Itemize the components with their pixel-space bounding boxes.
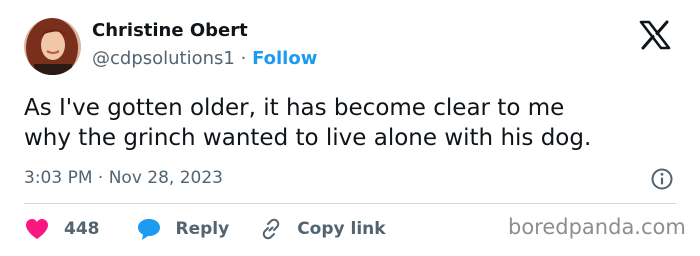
x-logo-icon[interactable] xyxy=(638,20,672,50)
like-button[interactable]: 448 xyxy=(24,217,100,241)
avatar[interactable] xyxy=(24,18,81,75)
tweet-text-line: As I've gotten older, it has become clea… xyxy=(24,95,565,121)
avatar-photo xyxy=(24,18,81,75)
divider xyxy=(24,203,676,204)
copy-link-label: Copy link xyxy=(297,219,386,239)
tweet-text: As I've gotten older, it has become clea… xyxy=(24,93,674,153)
author-handle-row: @cdpsolutions1 · Follow xyxy=(92,48,317,69)
info-icon[interactable] xyxy=(650,167,674,191)
tweet-text-line: why the grinch wanted to live alone with… xyxy=(24,125,592,151)
watermark: boredpanda.com xyxy=(508,215,686,239)
author-name[interactable]: Christine Obert xyxy=(92,20,248,41)
speech-bubble-icon xyxy=(137,219,160,240)
copy-link-button[interactable]: Copy link xyxy=(259,217,386,241)
heart-icon xyxy=(26,219,48,239)
separator-dot: · xyxy=(240,48,247,69)
action-bar: 448 Reply Copy link xyxy=(24,215,386,243)
tweet-timestamp[interactable]: 3:03 PM · Nov 28, 2023 xyxy=(24,168,223,188)
reply-label: Reply xyxy=(175,219,230,239)
link-icon xyxy=(262,218,280,240)
follow-button[interactable]: Follow xyxy=(252,48,317,69)
author-handle[interactable]: @cdpsolutions1 xyxy=(92,48,235,69)
reply-button[interactable]: Reply xyxy=(136,217,230,241)
like-count: 448 xyxy=(64,219,100,239)
